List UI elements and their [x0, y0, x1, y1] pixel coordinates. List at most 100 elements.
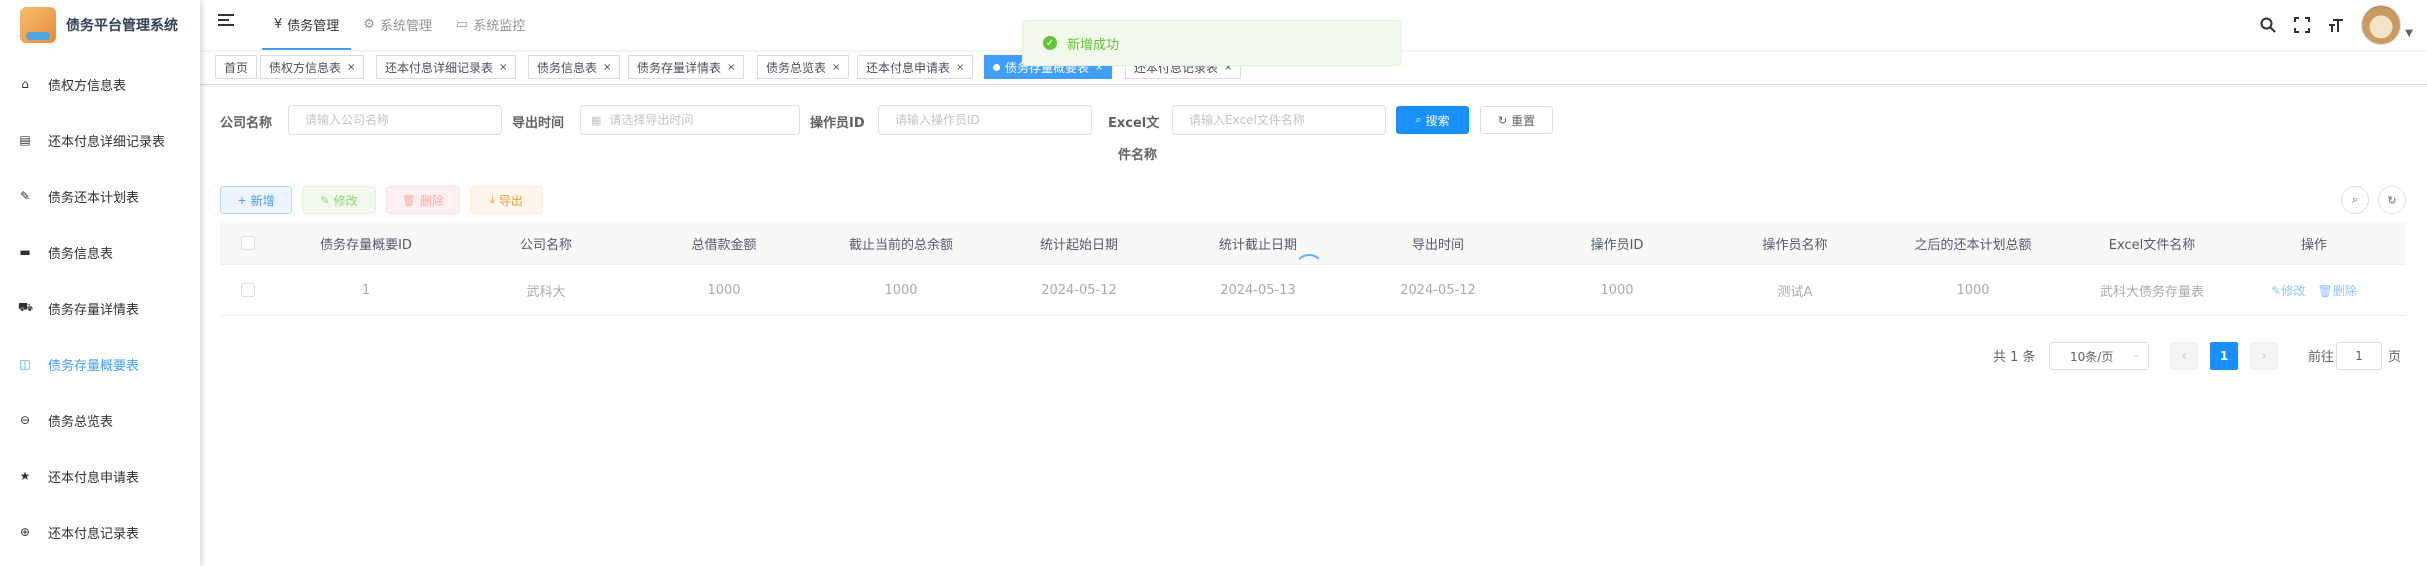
column-header: 截止当前的总余额 [848, 237, 953, 253]
avatar[interactable] [2361, 5, 2402, 45]
pagination-total: 共 1 条 [1993, 350, 2036, 365]
tag-debt-info[interactable]: 债务信息表 × [528, 55, 621, 79]
sidebar-item-repayment-record[interactable]: ⊕ 还本付息记录表 [0, 504, 200, 560]
operator-id-input[interactable] [893, 112, 1091, 128]
excel-name-input-wrap [1172, 105, 1386, 135]
export-time-input[interactable] [607, 112, 799, 128]
edit-button[interactable]: ✎ 修改 [302, 186, 376, 214]
page-number-1[interactable]: 1 [2210, 342, 2238, 370]
column-header: 导出时间 [1411, 237, 1464, 253]
chevron-left-icon: ‹ [2181, 349, 2187, 363]
refresh-button[interactable]: ↻ [2378, 186, 2406, 214]
sidebar-item-repayment-apply[interactable]: ★ 还本付息申请表 [0, 448, 200, 504]
sidebar-item-stock-summary[interactable]: ◫ 债务存量概要表 [0, 336, 200, 392]
plus-icon: + [237, 193, 247, 207]
excel-name-label-line1: Excel文 [1108, 116, 1160, 131]
prev-page-button[interactable]: ‹ [2170, 342, 2198, 370]
download-icon: ⤓ [490, 193, 495, 206]
tag-repayment-detail[interactable]: 还本付息详细记录表 × [376, 55, 517, 79]
edit-icon: ✎ [320, 193, 330, 207]
column-header: 之后的还本计划总额 [1914, 237, 2032, 253]
sidebar-item-stock-detail[interactable]: ⛟ 债务存量详情表 [0, 280, 200, 336]
table-cell: 1000 [1600, 282, 1634, 298]
toast-text: 新增成功 [1067, 37, 1120, 53]
sidebar-item-label: 债务总览表 [48, 414, 114, 430]
close-icon[interactable]: × [499, 62, 507, 73]
export-button[interactable]: ⤓ 导出 [470, 186, 543, 214]
table-cell: 测试A [1777, 284, 1813, 300]
excel-name-label-line2: 件名称 [1118, 148, 1158, 163]
select-all-checkbox[interactable] [241, 236, 255, 250]
row-edit-link[interactable]: ✎修改 [2271, 284, 2305, 298]
column-header: 公司名称 [519, 237, 572, 253]
table-cell: 2024-05-13 [1220, 282, 1296, 298]
yen-icon: ¥ [274, 16, 283, 32]
page-size-select[interactable]: 10条/页 ⌄ [2049, 342, 2149, 370]
table-cell: 武科大 [526, 284, 566, 300]
tag-creditor-info[interactable]: 债权方信息表 × [260, 55, 365, 79]
row-delete-link[interactable]: 🗑删除 [2317, 284, 2356, 298]
search-icon[interactable] [2255, 12, 2281, 38]
circle-minus-icon: ⊖ [19, 413, 31, 427]
row-checkbox[interactable] [241, 283, 255, 297]
next-page-button[interactable]: › [2250, 342, 2278, 370]
sidebar-item-label: 债务还本计划表 [48, 190, 140, 206]
font-size-icon[interactable] [2323, 12, 2349, 38]
sidebar-item-creditor-info[interactable]: ⌂ 债权方信息表 [0, 56, 200, 112]
topnav-debt-management[interactable]: ¥ 债务管理 [262, 0, 352, 50]
goto-page-input[interactable]: 1 [2336, 342, 2382, 370]
trash-icon: 🗑 [2317, 283, 2333, 298]
add-button[interactable]: + 新增 [220, 186, 292, 214]
close-icon[interactable]: × [956, 62, 964, 73]
close-icon[interactable]: × [603, 62, 611, 73]
gear-icon: ⚙ [363, 16, 375, 32]
star-icon: ★ [19, 469, 31, 483]
sidebar-item-repayment-detail[interactable]: ▤ 还本付息详细记录表 [0, 112, 200, 168]
column-header: Excel文件名称 [2108, 237, 2196, 253]
sidebar-item-label: 还本付息详细记录表 [48, 134, 166, 150]
column-header: 操作员ID [1590, 237, 1644, 253]
topnav-label: 债务管理 [287, 18, 340, 34]
success-check-icon: ✓ [1043, 36, 1057, 50]
close-icon[interactable]: × [347, 62, 355, 73]
delete-button[interactable]: 🗑 删除 [386, 186, 460, 214]
topnav-system-monitor[interactable]: ▭ 系统监控 [444, 0, 537, 48]
trash-icon: 🗑 [402, 193, 416, 207]
close-icon[interactable]: × [727, 62, 735, 73]
row-delete-label: 删除 [2332, 283, 2357, 298]
edit-icon: ✎ [2271, 283, 2282, 298]
caret-down-icon[interactable]: ▼ [2405, 28, 2413, 39]
close-icon[interactable]: × [832, 62, 840, 73]
logo-icon [20, 7, 56, 43]
tag-label: 债权方信息表 [269, 60, 342, 75]
tag-label: 债务信息表 [537, 60, 598, 75]
excel-name-input[interactable] [1187, 112, 1385, 128]
reset-button-label: 重置 [1511, 113, 1536, 128]
hamburger-icon[interactable] [218, 14, 234, 28]
row-actions: ✎修改 🗑删除 [2242, 282, 2386, 299]
topnav-system-management[interactable]: ⚙ 系统管理 [351, 0, 444, 48]
reset-button[interactable]: ↻ 重置 [1480, 106, 1553, 134]
sidebar-item-repayment-plan[interactable]: ✎ 债务还本计划表 [0, 168, 200, 224]
fullscreen-icon[interactable] [2289, 12, 2315, 38]
sidebar-item-overview[interactable]: ⊖ 债务总览表 [0, 392, 200, 448]
tag-label: 债务总览表 [766, 60, 827, 75]
tag-home[interactable]: 首页 [215, 55, 258, 79]
toggle-search-button[interactable]: ⌕ [2341, 186, 2369, 214]
tag-repayment-apply[interactable]: 还本付息申请表 × [857, 55, 974, 79]
sidebar-item-debt-info[interactable]: ▬ 债务信息表 [0, 224, 200, 280]
tag-label: 债务存量详情表 [637, 60, 722, 75]
column-header: 统计截止日期 [1218, 237, 1297, 253]
row-checkbox-cell [220, 283, 276, 298]
chevron-right-icon: › [2261, 349, 2267, 363]
column-header: 操作 [2300, 237, 2327, 253]
tag-stock-detail[interactable]: 债务存量详情表 × [628, 55, 745, 79]
page-suffix: 页 [2388, 350, 2402, 365]
tag-overview[interactable]: 债务总览表 × [757, 55, 850, 79]
search-button[interactable]: ⌕ 搜索 [1396, 106, 1469, 134]
table-cell: 2024-05-12 [1400, 282, 1476, 298]
refresh-icon: ↻ [2387, 193, 2397, 207]
company-input[interactable] [303, 112, 501, 128]
column-header: 统计起始日期 [1039, 237, 1118, 253]
export-time-picker[interactable]: ▦ [580, 105, 800, 135]
